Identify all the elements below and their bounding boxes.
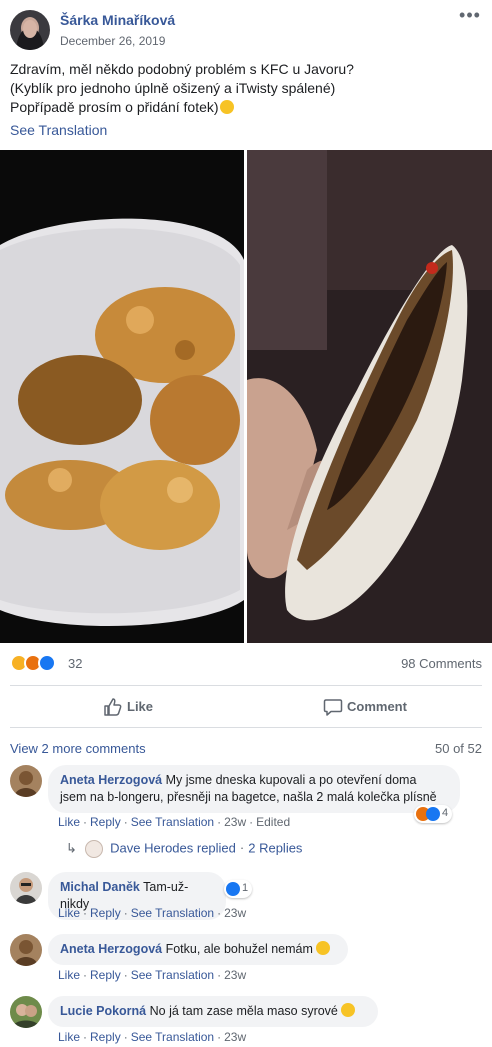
comment-item: Aneta Herzogová Fotku, ale bohužel nemám… <box>10 934 482 984</box>
comment-bubble: Aneta Herzogová My jsme dneska kupovali … <box>48 765 460 813</box>
replies-count[interactable]: 2 Replies <box>248 840 302 855</box>
post-photos <box>0 150 492 643</box>
comment-text: jsem na b-longeru, přesněji na bagetce, … <box>60 790 437 804</box>
like-label: Like <box>127 699 154 714</box>
comment-reaction-badge[interactable]: 4 <box>414 805 453 823</box>
comment-reaction-badge[interactable]: 1 <box>224 880 253 898</box>
comment-actions: Like · Reply · See Translation · 23w <box>58 1030 247 1044</box>
eye-roll-emoji-icon <box>341 1003 356 1017</box>
photo-burnt-twister[interactable] <box>247 150 492 643</box>
comment-icon <box>323 699 343 716</box>
post-author-name[interactable]: Šárka Minaříková <box>60 12 175 28</box>
comment-translate-link[interactable]: See Translation <box>131 1030 214 1044</box>
commenter-name[interactable]: Lucie Pokorná <box>60 1004 146 1018</box>
like-icon <box>226 882 240 896</box>
post-text-line: Popřípadě prosím o přidání fotek) <box>10 98 480 117</box>
comment-reply-link[interactable]: Reply <box>90 906 121 920</box>
comment-bubble: Lucie Pokorná No já tam zase měla maso s… <box>48 996 378 1027</box>
comment-label: Comment <box>347 699 407 714</box>
author-avatar[interactable] <box>10 10 50 50</box>
commenter-avatar[interactable] <box>10 765 42 797</box>
replier-avatar <box>84 840 103 858</box>
post-text-line-content: Popřípadě prosím o přidání fotek) <box>10 99 219 115</box>
photo-chicken-bucket[interactable] <box>0 150 244 643</box>
post-date[interactable]: December 26, 2019 <box>60 34 165 48</box>
comment-translate-link[interactable]: See Translation <box>131 906 214 920</box>
divider <box>10 685 482 686</box>
commenter-name[interactable]: Aneta Herzogová <box>60 773 162 787</box>
smile-emoji-icon <box>219 100 234 114</box>
comment-item: Michal Daněk Tam-už-nikdy 1 Like · Reply · S… <box>10 872 482 922</box>
sad-emoji-icon <box>316 941 331 955</box>
commenter-avatar[interactable] <box>10 996 42 1028</box>
post-body: Zdravím, měl někdo podobný problém s KFC… <box>10 60 480 117</box>
comment-text: No já tam zase měla maso syrové <box>149 1004 338 1018</box>
comment-like-link[interactable]: Like <box>58 1030 80 1044</box>
comment-like-link[interactable]: Like <box>58 968 80 982</box>
post-text-line: (Kyblík pro jednoho úplně ošizený a iTwi… <box>10 80 336 96</box>
comment-text: Fotku, ale bohužel nemám <box>165 942 313 956</box>
comment-time[interactable]: 23w <box>224 815 246 829</box>
comments-pager: 50 of 52 <box>435 741 482 756</box>
comment-edited[interactable]: Edited <box>256 815 290 829</box>
commenter-avatar[interactable] <box>10 934 42 966</box>
comment-reaction-count: 1 <box>242 882 249 894</box>
replies-summary[interactable]: ↳ Dave Herodes replied · 2 Replies <box>66 840 302 858</box>
comments-count[interactable]: 98 Comments <box>401 656 482 671</box>
comment-item: Aneta Herzogová My jsme dneska kupovali … <box>10 765 482 835</box>
see-translation-link[interactable]: See Translation <box>10 122 107 138</box>
comment-like-link[interactable]: Like <box>58 815 80 829</box>
comment-time[interactable]: 23w <box>224 1030 246 1044</box>
like-icon <box>426 807 440 821</box>
commenter-name[interactable]: Aneta Herzogová <box>60 942 162 956</box>
post-text-line: Zdravím, měl někdo podobný problém s KFC… <box>10 61 354 77</box>
reaction-count[interactable]: 32 <box>68 656 82 671</box>
comment-reply-link[interactable]: Reply <box>90 815 121 829</box>
comment-bubble: Aneta Herzogová Fotku, ale bohužel nemám <box>48 934 348 965</box>
comment-like-link[interactable]: Like <box>58 906 80 920</box>
comment-actions: Like · Reply · See Translation · 23w · Edited <box>58 815 291 829</box>
view-more-comments-link[interactable]: View 2 more comments <box>10 741 146 756</box>
comment-translate-link[interactable]: See Translation <box>131 968 214 982</box>
like-icon <box>38 654 56 672</box>
comment-reply-link[interactable]: Reply <box>90 1030 121 1044</box>
divider <box>10 727 482 728</box>
comment-item: Lucie Pokorná No já tam zase měla maso s… <box>10 996 482 1046</box>
commenter-avatar[interactable] <box>10 872 42 904</box>
comment-time[interactable]: 23w <box>224 968 246 982</box>
comment-text: My jsme dneska kupovali a po otevření do… <box>165 773 417 787</box>
more-horizontal-icon[interactable]: ••• <box>458 6 482 26</box>
comment-reaction-count: 4 <box>442 807 449 819</box>
post-header: Šárka Minaříková December 26, 2019 ••• <box>10 6 482 52</box>
comment-actions: Like · Reply · See Translation · 23w <box>58 968 247 982</box>
comment-translate-link[interactable]: See Translation <box>131 815 214 829</box>
reply-arrow-icon: ↳ <box>66 840 77 856</box>
comment-reply-link[interactable]: Reply <box>90 968 121 982</box>
commenter-name[interactable]: Michal Daněk <box>60 880 140 894</box>
thumbs-up-icon <box>104 698 122 716</box>
replied-text[interactable]: Dave Herodes replied <box>110 840 236 855</box>
comment-time[interactable]: 23w <box>224 906 246 920</box>
comment-actions: Like · Reply · See Translation · 23w <box>58 906 247 920</box>
